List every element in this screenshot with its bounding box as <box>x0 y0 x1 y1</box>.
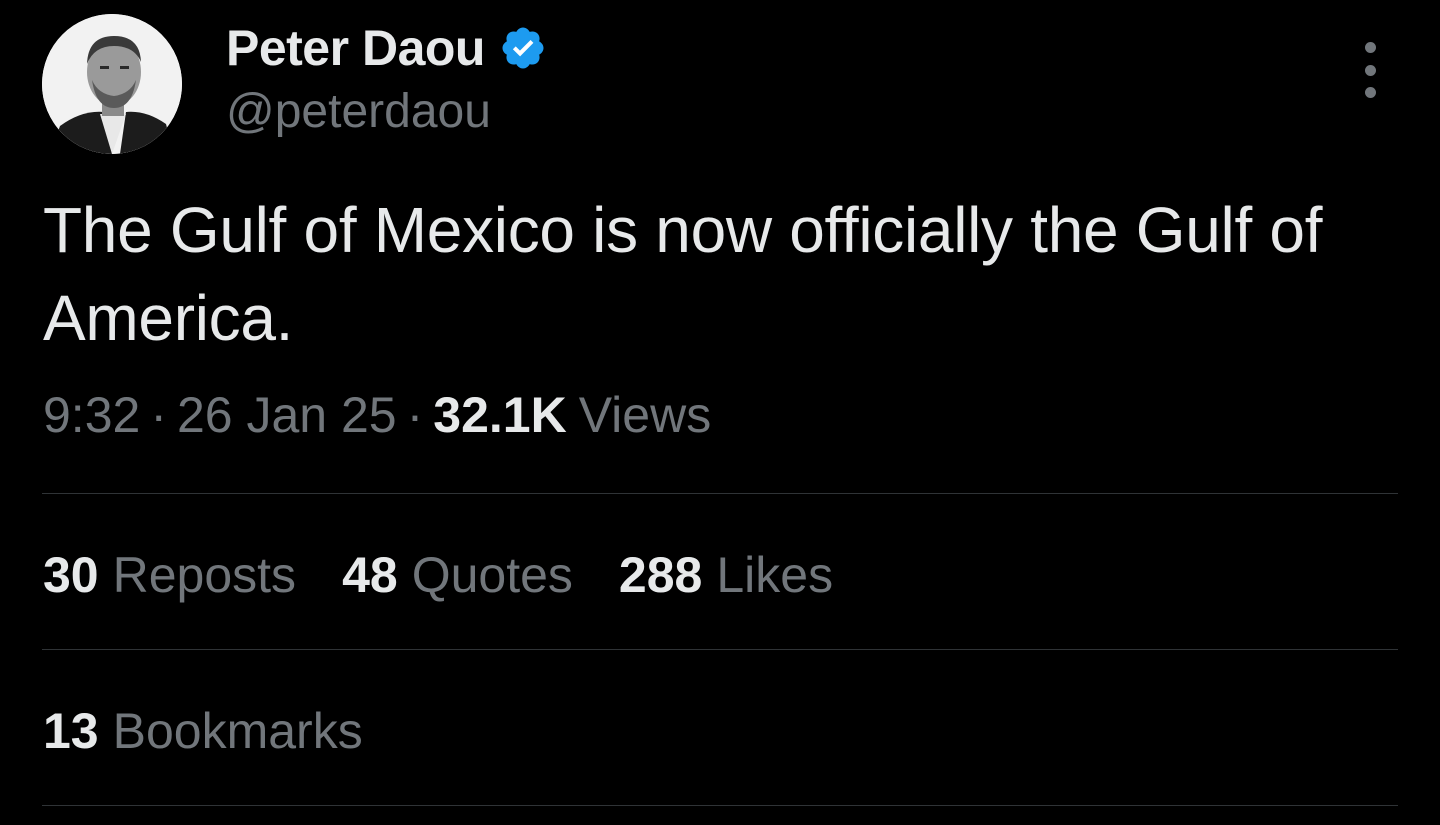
divider <box>42 805 1398 806</box>
views-count[interactable]: 32.1K <box>433 386 566 444</box>
meta-separator: · <box>406 387 424 443</box>
more-dot <box>1364 42 1376 53</box>
bookmarks-stat[interactable]: 13 Bookmarks <box>43 702 363 760</box>
more-options-icon[interactable] <box>1352 42 1388 98</box>
divider <box>42 493 1398 494</box>
engagement-stats: 30 Reposts 48 Quotes 288 Likes <box>43 546 879 604</box>
likes-stat[interactable]: 288 Likes <box>619 546 833 604</box>
author-name-row: Peter Daou <box>226 18 547 78</box>
verified-badge-icon[interactable] <box>499 24 547 72</box>
reposts-label: Reposts <box>112 547 297 603</box>
likes-label: Likes <box>716 547 834 603</box>
quotes-count: 48 <box>342 547 398 603</box>
bookmarks-count: 13 <box>43 703 99 759</box>
bookmarks-row: 13 Bookmarks <box>43 702 409 760</box>
tweet-time[interactable]: 9:32 <box>43 386 140 444</box>
quotes-stat[interactable]: 48 Quotes <box>342 546 573 604</box>
tweet-detail: Peter Daou @peterdaou The Gulf of Mexico… <box>0 0 1440 825</box>
tweet-text: The Gulf of Mexico is now officially the… <box>43 194 1323 354</box>
views-label[interactable]: Views <box>579 386 711 444</box>
more-dot <box>1364 87 1376 98</box>
avatar[interactable] <box>42 14 182 154</box>
quotes-label: Quotes <box>411 547 573 603</box>
divider <box>42 649 1398 650</box>
bookmarks-label: Bookmarks <box>112 703 363 759</box>
meta-separator: · <box>150 387 167 443</box>
likes-count: 288 <box>618 547 703 603</box>
reposts-count: 30 <box>43 547 99 603</box>
tweet-meta: 9:32 · 26 Jan 25 · 32.1K Views <box>43 386 711 444</box>
more-dot <box>1364 64 1376 76</box>
reposts-stat[interactable]: 30 Reposts <box>43 546 296 604</box>
avatar-photo-icon <box>42 14 182 154</box>
author-handle[interactable]: @peterdaou <box>226 84 491 139</box>
author-display-name[interactable]: Peter Daou <box>226 19 485 77</box>
tweet-date[interactable]: 26 Jan 25 <box>177 386 397 444</box>
